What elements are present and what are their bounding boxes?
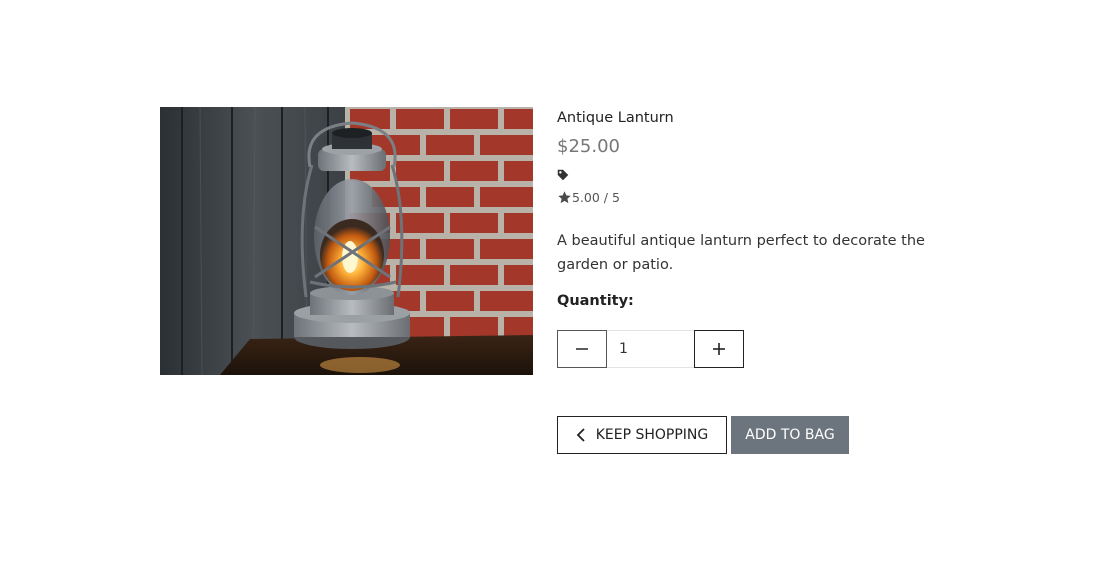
product-description: A beautiful antique lanturn perfect to d…	[557, 233, 925, 273]
keep-shopping-button[interactable]: KEEP SHOPPING	[557, 416, 727, 454]
product-rating: 5.00 / 5	[557, 190, 620, 205]
product-name: Antique Lanturn	[557, 110, 674, 126]
quantity-input[interactable]	[607, 330, 694, 368]
product-image	[160, 107, 533, 375]
increment-quantity-button[interactable]	[694, 330, 744, 368]
quantity-stepper	[557, 330, 744, 368]
minus-icon	[576, 348, 588, 350]
decrement-quantity-button[interactable]	[557, 330, 607, 368]
plus-icon	[713, 343, 725, 355]
quantity-label: Quantity:	[557, 293, 634, 309]
star-icon	[558, 191, 571, 204]
tag-icon[interactable]	[557, 169, 569, 181]
product-price: $25.00	[557, 136, 620, 157]
add-to-bag-button[interactable]: ADD TO BAG	[731, 416, 849, 454]
chevron-left-icon	[576, 428, 585, 442]
keep-shopping-label: KEEP SHOPPING	[595, 427, 709, 443]
rating-value: 5.00 / 5	[572, 190, 620, 205]
add-to-bag-label: ADD TO BAG	[745, 427, 835, 443]
